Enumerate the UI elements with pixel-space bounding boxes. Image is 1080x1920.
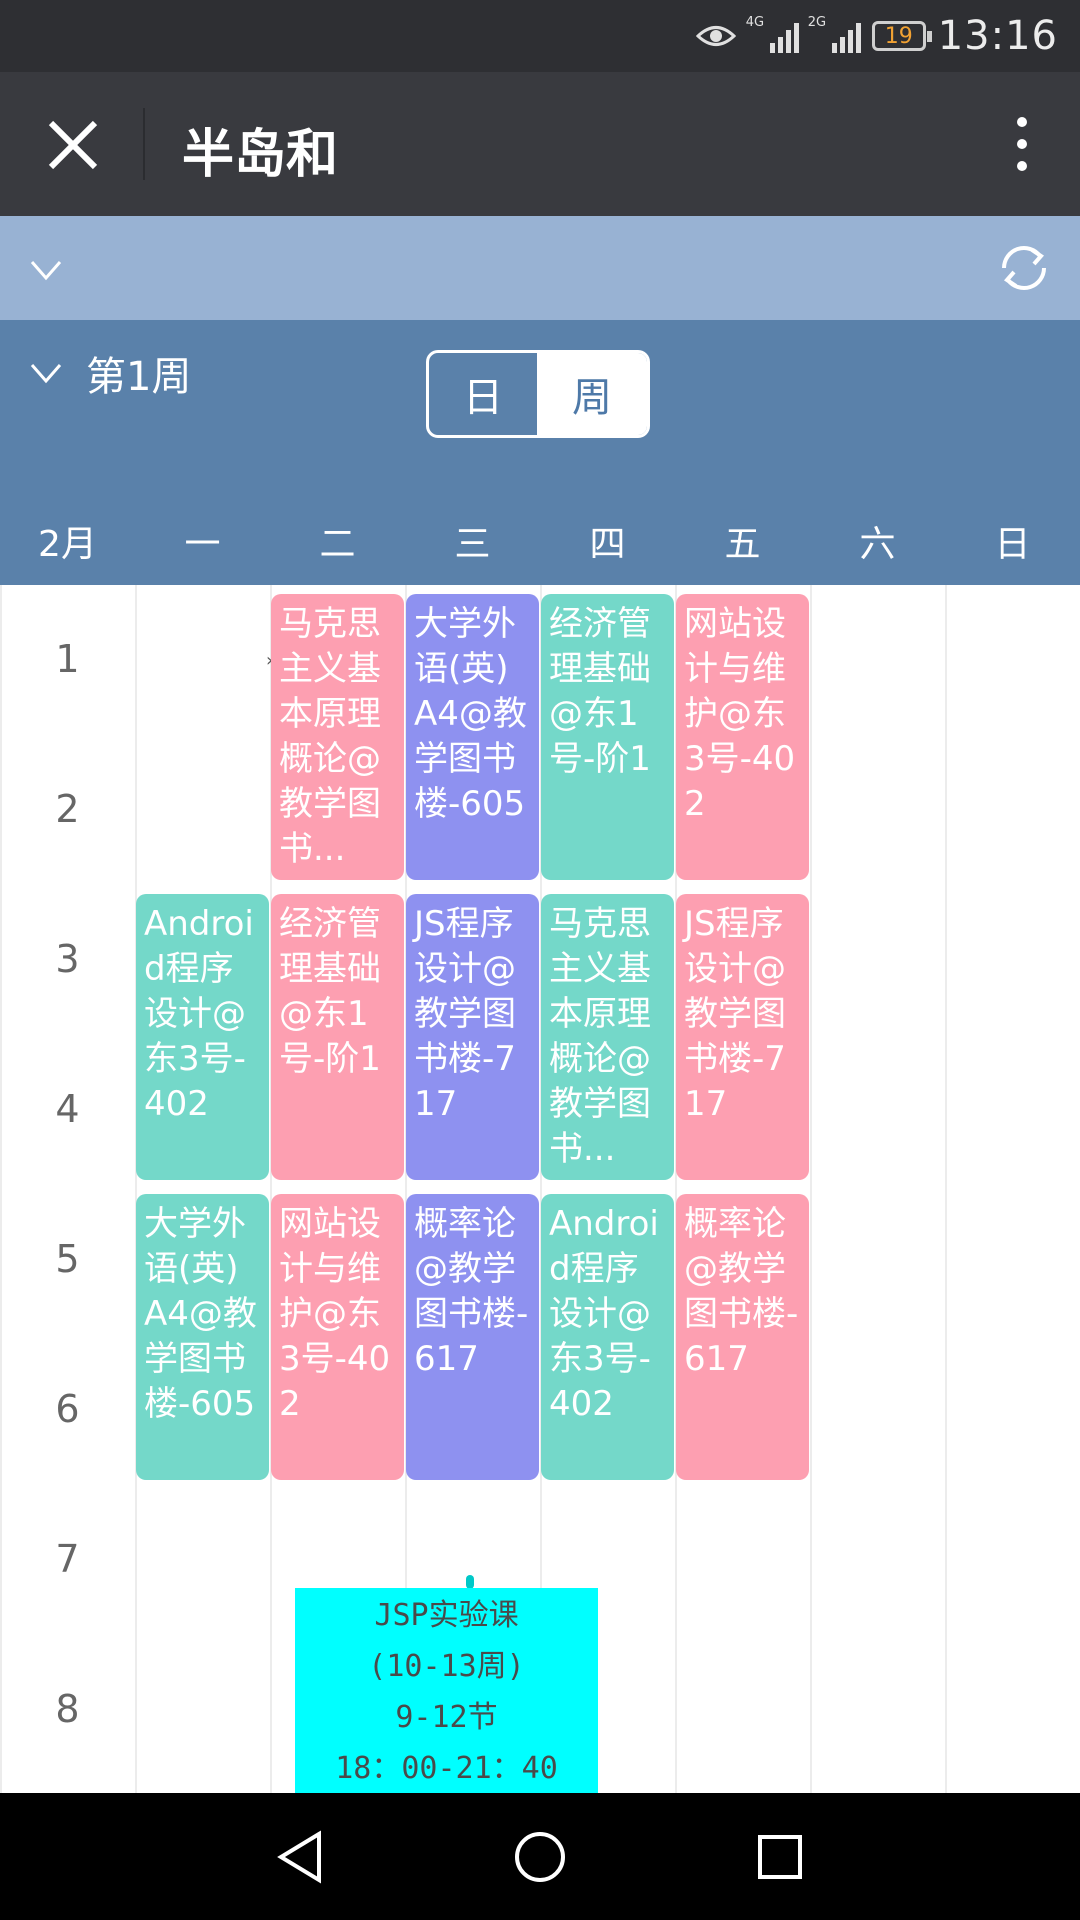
status-time: 13:16 [937, 13, 1058, 59]
lab-note-title: JSP实验课 [374, 1598, 519, 1633]
back-triangle-icon [277, 1829, 321, 1884]
weekday-sat: 六 [859, 524, 896, 565]
grid-line [0, 585, 2, 1793]
period-number: 8 [55, 1687, 80, 1731]
app-bar: 半岛和 [0, 72, 1080, 216]
grid-line [945, 585, 947, 1793]
course-block[interactable]: 马克思主义基本原理概论@教学图书... [541, 894, 674, 1180]
course-text: JS程序设计@教学图书楼-717 [684, 904, 786, 1124]
course-block[interactable]: 经济管理基础@东1号-阶1 [271, 894, 404, 1180]
period-number: 6 [55, 1387, 80, 1431]
weekday-mon: 一 [184, 524, 221, 565]
course-text: 概率论@教学图书楼-617 [684, 1204, 799, 1379]
weekday-fri: 五 [724, 524, 761, 565]
course-block[interactable]: 网站设计与维护@东3号-402 [676, 594, 809, 880]
toggle-week-view[interactable]: 周 [537, 353, 647, 435]
refresh-icon [1002, 246, 1046, 290]
course-block[interactable]: 概率论@教学图书楼-617 [406, 1194, 539, 1480]
chevron-down-icon [30, 364, 62, 384]
home-circle-icon [515, 1831, 565, 1882]
lab-note: JSP实验课 (10-13周) 9-12节 18：00-21：40 [295, 1588, 598, 1793]
course-block[interactable]: JS程序设计@教学图书楼-717 [406, 894, 539, 1180]
status-bar: 4G 2G 19 13:16 [0, 0, 1080, 72]
signal-4g-label: 4G [745, 15, 765, 30]
weekday-sun: 日 [994, 524, 1031, 565]
toggle-day-view[interactable]: 日 [429, 353, 537, 435]
lab-note-time: 18：00-21：40 [335, 1751, 558, 1786]
week-selector[interactable]: 第1周 [28, 344, 191, 402]
home-button[interactable] [420, 1793, 660, 1920]
page-title: 半岛和 [182, 125, 339, 185]
period-number: 7 [55, 1537, 80, 1581]
course-text: 网站设计与维护@东3号-402 [684, 604, 796, 824]
course-block[interactable]: Android程序设计@东3号-402 [136, 894, 269, 1180]
close-button[interactable] [28, 102, 118, 188]
chevron-down-icon [30, 261, 62, 281]
top-strip [0, 216, 1080, 320]
signal-4g-icon: 4G [746, 15, 799, 53]
view-toggle: 日 周 [426, 350, 650, 438]
course-block[interactable]: JS程序设计@教学图书楼-717 [676, 894, 809, 1180]
course-block[interactable]: 网站设计与维护@东3号-402 [271, 1194, 404, 1480]
week-header: 第1周 日 周 2月 一 二 三 四 五 六 日 [0, 320, 1080, 585]
back-button[interactable] [180, 1793, 420, 1920]
recents-button[interactable] [660, 1793, 900, 1920]
battery-level: 19 [884, 23, 913, 49]
weekday-header-row: 2月 一 二 三 四 五 六 日 [0, 505, 1080, 577]
course-text: 马克思主义基本原理概论@教学图书... [279, 604, 381, 869]
month-label: 2月 [38, 524, 97, 565]
grid-line [135, 585, 137, 1793]
course-text: Android程序设计@东3号-402 [549, 1204, 659, 1424]
collapse-button[interactable] [28, 252, 64, 288]
course-block[interactable]: Android程序设计@东3号-402 [541, 1194, 674, 1480]
course-text: Android程序设计@东3号-402 [144, 904, 254, 1124]
app-bar-divider [143, 108, 145, 180]
more-menu-button[interactable] [992, 108, 1052, 180]
signal-2g-icon: 2G [808, 15, 861, 53]
period-number: 5 [55, 1237, 80, 1281]
lab-note-periods: 9-12节 [395, 1700, 498, 1735]
system-nav-bar [0, 1793, 1080, 1920]
more-vertical-icon [1017, 117, 1027, 127]
course-block[interactable]: 大学外语(英)A4@教学图书楼-605 [406, 594, 539, 880]
weekday-thu: 四 [589, 524, 626, 565]
battery-icon: 19 [871, 21, 932, 51]
signal-2g-label: 2G [807, 15, 827, 30]
course-text: 经济管理基础@东1号-阶1 [279, 904, 381, 1079]
weekday-wed: 三 [454, 524, 491, 565]
course-block[interactable]: 马克思主义基本原理概论@教学图书... [271, 594, 404, 880]
period-number: 4 [55, 1087, 80, 1131]
timetable-grid[interactable]: 1 2 3 4 5 6 7 8 › 马克思主义基本原理概论@教学图书... 大学… [0, 585, 1080, 1793]
course-block[interactable]: 经济管理基础@东1号-阶1 [541, 594, 674, 880]
week-label: 第1周 [86, 354, 192, 400]
close-icon [48, 120, 98, 170]
course-text: 概率论@教学图书楼-617 [414, 1204, 529, 1379]
course-text: 大学外语(英)A4@教学图书楼-605 [144, 1204, 257, 1424]
course-block[interactable]: 大学外语(英)A4@教学图书楼-605 [136, 1194, 269, 1480]
course-block[interactable]: 概率论@教学图书楼-617 [676, 1194, 809, 1480]
course-text: 马克思主义基本原理概论@教学图书... [549, 904, 651, 1169]
course-text: JS程序设计@教学图书楼-717 [414, 904, 516, 1124]
lab-note-weeks: (10-13周) [368, 1649, 525, 1684]
period-number: 2 [55, 787, 80, 831]
course-text: 大学外语(英)A4@教学图书楼-605 [414, 604, 527, 824]
status-icons: 4G 2G 19 13:16 [695, 0, 1058, 72]
refresh-button[interactable] [994, 238, 1054, 298]
grid-line [810, 585, 812, 1793]
weekday-tue: 二 [319, 524, 356, 565]
course-text: 经济管理基础@东1号-阶1 [549, 604, 651, 779]
lab-note-marker [466, 1575, 474, 1589]
eye-icon [695, 26, 736, 46]
recents-square-icon [758, 1834, 802, 1879]
course-text: 网站设计与维护@东3号-402 [279, 1204, 391, 1424]
period-number: 3 [55, 937, 80, 981]
period-number: 1 [55, 637, 80, 681]
